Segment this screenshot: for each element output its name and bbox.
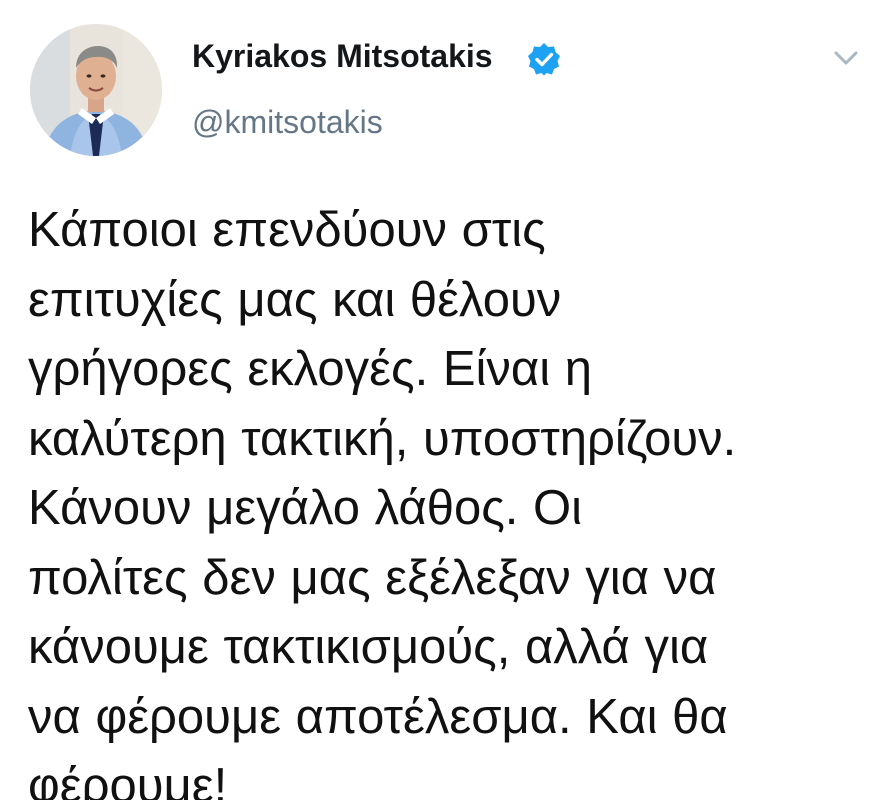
tweet-text-line: επιτυχίες μας και θέλουν: [28, 272, 562, 327]
tweet-text-line: πολίτες δεν μας εξέλεξαν για να: [28, 550, 717, 605]
chevron-down-icon[interactable]: [830, 46, 862, 70]
tweet-text-line: κάνουμε τακτικισμούς, αλλά για: [28, 620, 709, 674]
tweet-text-line: καλύτερη τακτική, υποστηρίζουν.: [28, 411, 737, 466]
author-handle[interactable]: @kmitsotakis: [192, 104, 383, 141]
avatar-portrait: [30, 24, 162, 156]
verified-badge-icon: [528, 43, 560, 76]
tweet-text-line: γρήγορες εκλογές. Είναι η: [28, 342, 593, 396]
author-name[interactable]: Kyriakos Mitsotakis: [192, 38, 493, 75]
tweet-text-line: να φέρουμε αποτέλεσμα. Και θα: [28, 689, 728, 744]
tweet-text-line: φέρουμε!: [28, 759, 228, 800]
tweet-text: Κάποιοι επενδύουν στις επιτυχίες μας και…: [28, 196, 878, 800]
tweet-card: Kyriakos Mitsotakis @kmitsotakis Κάποιοι…: [0, 0, 889, 800]
tweet-text-line: Κάνουν μεγάλο λάθος. Οι: [28, 481, 583, 535]
tweet-text-line: Κάποιοι επενδύουν στις: [28, 203, 546, 257]
avatar[interactable]: [30, 24, 162, 156]
